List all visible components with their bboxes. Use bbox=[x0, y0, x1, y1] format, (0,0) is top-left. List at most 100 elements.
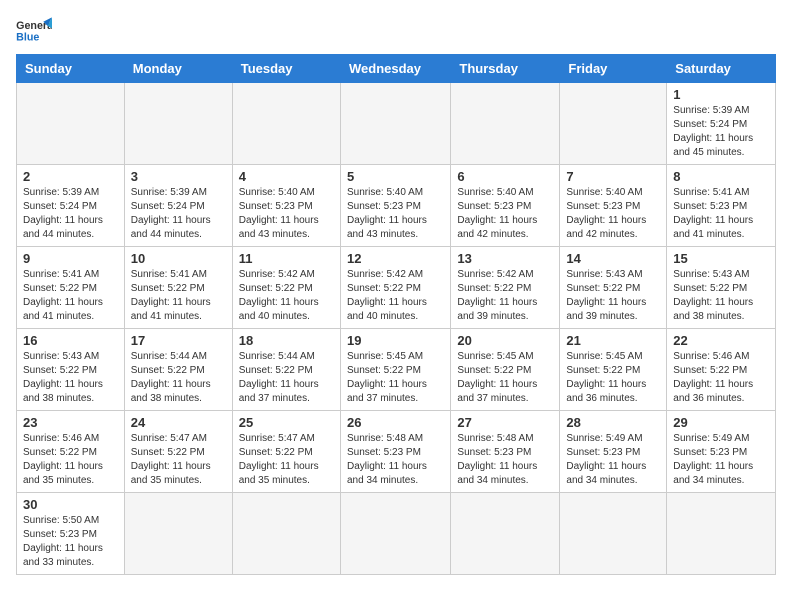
calendar-cell bbox=[232, 493, 340, 575]
calendar-cell: 13 Sunrise: 5:42 AM Sunset: 5:22 PM Dayli… bbox=[451, 247, 560, 329]
week-row-0: 1 Sunrise: 5:39 AM Sunset: 5:24 PM Daylig… bbox=[17, 83, 776, 165]
day-info: Sunrise: 5:47 AM Sunset: 5:22 PM Dayligh… bbox=[239, 432, 334, 488]
day-info: Sunrise: 5:44 AM Sunset: 5:22 PM Dayligh… bbox=[131, 350, 226, 406]
calendar-cell: 9 Sunrise: 5:41 AM Sunset: 5:22 PM Daylig… bbox=[17, 247, 125, 329]
day-info: Sunrise: 5:42 AM Sunset: 5:22 PM Dayligh… bbox=[457, 268, 553, 324]
day-info: Sunrise: 5:39 AM Sunset: 5:24 PM Dayligh… bbox=[23, 186, 118, 242]
weekday-header-sunday: Sunday bbox=[17, 55, 125, 83]
calendar-cell bbox=[340, 493, 450, 575]
calendar-cell: 7 Sunrise: 5:40 AM Sunset: 5:23 PM Daylig… bbox=[560, 165, 667, 247]
calendar-cell: 23 Sunrise: 5:46 AM Sunset: 5:22 PM Dayli… bbox=[17, 411, 125, 493]
calendar-cell: 21 Sunrise: 5:45 AM Sunset: 5:22 PM Dayli… bbox=[560, 329, 667, 411]
weekday-header-thursday: Thursday bbox=[451, 55, 560, 83]
day-info: Sunrise: 5:40 AM Sunset: 5:23 PM Dayligh… bbox=[239, 186, 334, 242]
day-info: Sunrise: 5:40 AM Sunset: 5:23 PM Dayligh… bbox=[566, 186, 660, 242]
day-number: 9 bbox=[23, 251, 118, 266]
calendar-cell: 16Sunrise: 5:43 AM Sunset: 5:22 PM Dayli… bbox=[17, 329, 125, 411]
day-number: 18 bbox=[239, 333, 334, 348]
day-number: 30 bbox=[23, 497, 118, 512]
day-number: 5 bbox=[347, 169, 444, 184]
calendar-cell: 1 Sunrise: 5:39 AM Sunset: 5:24 PM Daylig… bbox=[667, 83, 776, 165]
week-row-1: 2 Sunrise: 5:39 AM Sunset: 5:24 PM Daylig… bbox=[17, 165, 776, 247]
calendar-cell: 11 Sunrise: 5:42 AM Sunset: 5:22 PM Dayli… bbox=[232, 247, 340, 329]
day-number: 2 bbox=[23, 169, 118, 184]
calendar-cell: 30 Sunrise: 5:50 AM Sunset: 5:23 PM Dayli… bbox=[17, 493, 125, 575]
day-info: Sunrise: 5:48 AM Sunset: 5:23 PM Dayligh… bbox=[457, 432, 553, 488]
calendar-cell bbox=[340, 83, 450, 165]
day-info: Sunrise: 5:50 AM Sunset: 5:23 PM Dayligh… bbox=[23, 514, 118, 570]
day-number: 24 bbox=[131, 415, 226, 430]
week-row-4: 23 Sunrise: 5:46 AM Sunset: 5:22 PM Dayli… bbox=[17, 411, 776, 493]
calendar-cell bbox=[124, 493, 232, 575]
weekday-header-monday: Monday bbox=[124, 55, 232, 83]
page-header: General Blue bbox=[16, 16, 776, 46]
weekday-header-saturday: Saturday bbox=[667, 55, 776, 83]
day-number: 27 bbox=[457, 415, 553, 430]
day-info: Sunrise: 5:44 AM Sunset: 5:22 PM Dayligh… bbox=[239, 350, 334, 406]
day-number: 13 bbox=[457, 251, 553, 266]
day-number: 19 bbox=[347, 333, 444, 348]
day-info: Sunrise: 5:41 AM Sunset: 5:22 PM Dayligh… bbox=[23, 268, 118, 324]
calendar-cell: 3 Sunrise: 5:39 AM Sunset: 5:24 PM Daylig… bbox=[124, 165, 232, 247]
calendar-header-row: SundayMondayTuesdayWednesdayThursdayFrid… bbox=[17, 55, 776, 83]
day-info: Sunrise: 5:49 AM Sunset: 5:23 PM Dayligh… bbox=[673, 432, 769, 488]
calendar-table: SundayMondayTuesdayWednesdayThursdayFrid… bbox=[16, 54, 776, 575]
day-number: 25 bbox=[239, 415, 334, 430]
day-info: Sunrise: 5:39 AM Sunset: 5:24 PM Dayligh… bbox=[131, 186, 226, 242]
day-info: Sunrise: 5:46 AM Sunset: 5:22 PM Dayligh… bbox=[23, 432, 118, 488]
day-number: 1 bbox=[673, 87, 769, 102]
day-info: Sunrise: 5:48 AM Sunset: 5:23 PM Dayligh… bbox=[347, 432, 444, 488]
day-number: 17 bbox=[131, 333, 226, 348]
day-number: 11 bbox=[239, 251, 334, 266]
calendar-cell: 15 Sunrise: 5:43 AM Sunset: 5:22 PM Dayli… bbox=[667, 247, 776, 329]
day-info: Sunrise: 5:45 AM Sunset: 5:22 PM Dayligh… bbox=[566, 350, 660, 406]
calendar-cell bbox=[232, 83, 340, 165]
calendar-cell bbox=[560, 83, 667, 165]
calendar-cell: 22Sunrise: 5:46 AM Sunset: 5:22 PM Dayli… bbox=[667, 329, 776, 411]
day-info: Sunrise: 5:42 AM Sunset: 5:22 PM Dayligh… bbox=[239, 268, 334, 324]
calendar-cell: 10Sunrise: 5:41 AM Sunset: 5:22 PM Dayli… bbox=[124, 247, 232, 329]
calendar-cell bbox=[451, 83, 560, 165]
calendar-cell: 8Sunrise: 5:41 AM Sunset: 5:23 PM Daylig… bbox=[667, 165, 776, 247]
weekday-header-friday: Friday bbox=[560, 55, 667, 83]
calendar-cell: 19 Sunrise: 5:45 AM Sunset: 5:22 PM Dayli… bbox=[340, 329, 450, 411]
calendar-cell: 24Sunrise: 5:47 AM Sunset: 5:22 PM Dayli… bbox=[124, 411, 232, 493]
calendar-cell bbox=[124, 83, 232, 165]
day-info: Sunrise: 5:42 AM Sunset: 5:22 PM Dayligh… bbox=[347, 268, 444, 324]
calendar-cell: 4 Sunrise: 5:40 AM Sunset: 5:23 PM Daylig… bbox=[232, 165, 340, 247]
day-info: Sunrise: 5:41 AM Sunset: 5:23 PM Dayligh… bbox=[673, 186, 769, 242]
day-number: 22 bbox=[673, 333, 769, 348]
day-info: Sunrise: 5:40 AM Sunset: 5:23 PM Dayligh… bbox=[457, 186, 553, 242]
day-number: 21 bbox=[566, 333, 660, 348]
logo: General Blue bbox=[16, 16, 56, 46]
day-info: Sunrise: 5:45 AM Sunset: 5:22 PM Dayligh… bbox=[347, 350, 444, 406]
calendar-cell bbox=[560, 493, 667, 575]
day-number: 23 bbox=[23, 415, 118, 430]
weekday-header-wednesday: Wednesday bbox=[340, 55, 450, 83]
day-number: 14 bbox=[566, 251, 660, 266]
weekday-header-tuesday: Tuesday bbox=[232, 55, 340, 83]
logo-icon: General Blue bbox=[16, 16, 52, 46]
day-info: Sunrise: 5:43 AM Sunset: 5:22 PM Dayligh… bbox=[23, 350, 118, 406]
day-number: 4 bbox=[239, 169, 334, 184]
calendar-cell: 28Sunrise: 5:49 AM Sunset: 5:23 PM Dayli… bbox=[560, 411, 667, 493]
day-number: 7 bbox=[566, 169, 660, 184]
day-number: 15 bbox=[673, 251, 769, 266]
week-row-2: 9 Sunrise: 5:41 AM Sunset: 5:22 PM Daylig… bbox=[17, 247, 776, 329]
calendar-cell: 5Sunrise: 5:40 AM Sunset: 5:23 PM Daylig… bbox=[340, 165, 450, 247]
day-number: 20 bbox=[457, 333, 553, 348]
day-number: 28 bbox=[566, 415, 660, 430]
day-info: Sunrise: 5:43 AM Sunset: 5:22 PM Dayligh… bbox=[566, 268, 660, 324]
day-info: Sunrise: 5:43 AM Sunset: 5:22 PM Dayligh… bbox=[673, 268, 769, 324]
calendar-cell: 12Sunrise: 5:42 AM Sunset: 5:22 PM Dayli… bbox=[340, 247, 450, 329]
calendar-cell bbox=[451, 493, 560, 575]
svg-text:Blue: Blue bbox=[16, 31, 39, 43]
day-info: Sunrise: 5:45 AM Sunset: 5:22 PM Dayligh… bbox=[457, 350, 553, 406]
day-number: 26 bbox=[347, 415, 444, 430]
calendar-cell bbox=[17, 83, 125, 165]
calendar-cell: 26 Sunrise: 5:48 AM Sunset: 5:23 PM Dayli… bbox=[340, 411, 450, 493]
calendar-cell: 27 Sunrise: 5:48 AM Sunset: 5:23 PM Dayli… bbox=[451, 411, 560, 493]
calendar-cell: 2 Sunrise: 5:39 AM Sunset: 5:24 PM Daylig… bbox=[17, 165, 125, 247]
day-number: 3 bbox=[131, 169, 226, 184]
day-info: Sunrise: 5:39 AM Sunset: 5:24 PM Dayligh… bbox=[673, 104, 769, 160]
